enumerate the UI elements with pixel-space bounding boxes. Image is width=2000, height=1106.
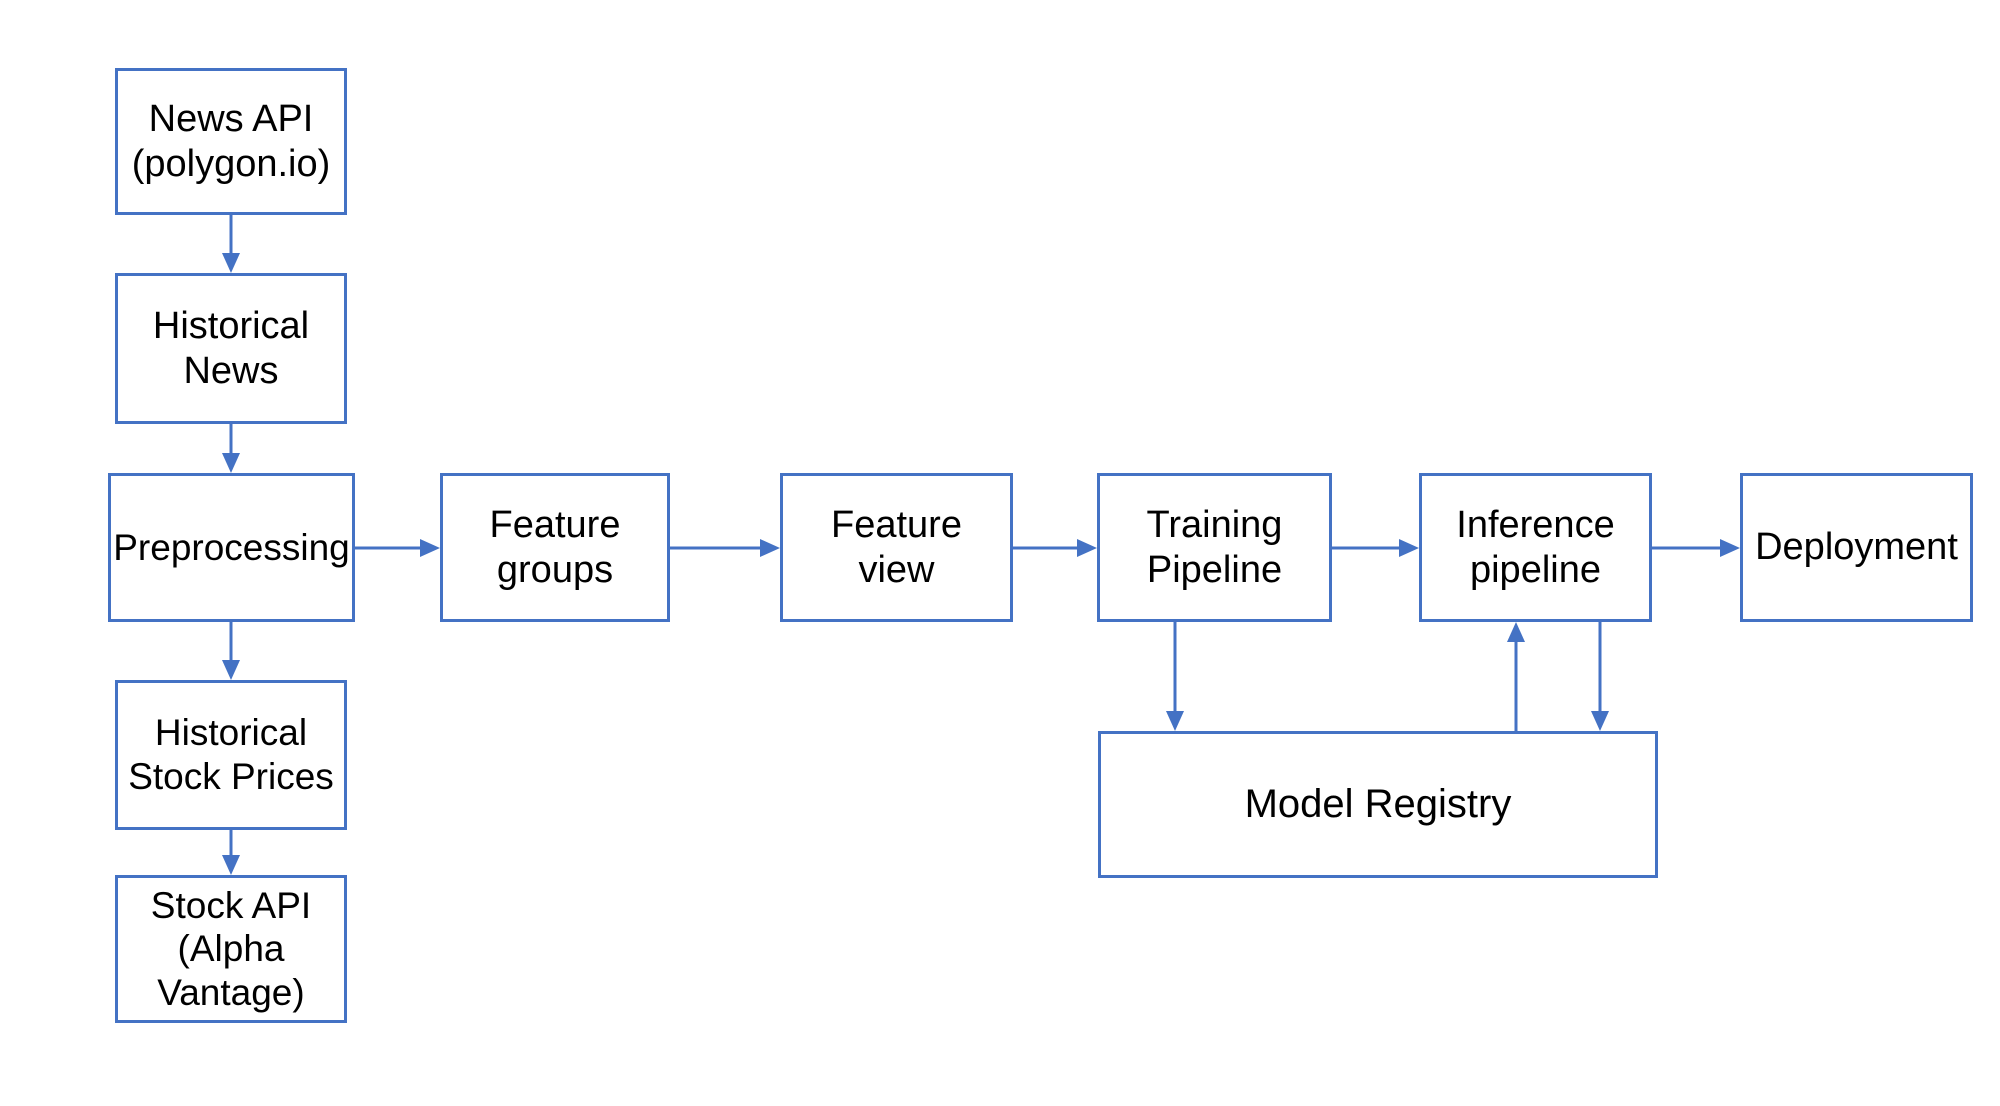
edge-arrowhead-icon [1399, 539, 1419, 557]
edge-preprocessing-to-feature-groups [355, 539, 440, 557]
node-label-historical-news: Historical News [152, 304, 310, 392]
edge-arrowhead-icon [222, 855, 240, 875]
node-historical-stock-prices[interactable]: Historical Stock Prices [115, 680, 347, 830]
edge-training-pipeline-to-model-registry [1166, 622, 1184, 731]
node-label-news-api: News API (polygon.io) [131, 97, 331, 185]
edge-preprocessing-to-historical-stock-prices [222, 622, 240, 680]
edge-historical-stock-prices-to-stock-api [222, 830, 240, 875]
edge-inference-pipeline-to-deployment [1652, 539, 1740, 557]
edge-training-pipeline-to-inference-pipeline [1332, 539, 1419, 557]
node-deployment[interactable]: Deployment [1740, 473, 1973, 622]
node-historical-news[interactable]: Historical News [115, 273, 347, 424]
edge-historical-news-to-preprocessing [222, 424, 240, 473]
node-inference-pipeline[interactable]: Inference pipeline [1419, 473, 1652, 622]
edge-news-api-to-historical-news [222, 215, 240, 273]
edge-arrowhead-icon [1166, 711, 1184, 731]
edge-arrowhead-icon [760, 539, 780, 557]
node-preprocessing[interactable]: Preprocessing [108, 473, 355, 622]
node-label-inference-pipeline: Inference pipeline [1456, 503, 1615, 591]
edge-arrowhead-icon [222, 660, 240, 680]
edge-model-registry-to-inference-pipeline [1507, 622, 1525, 731]
edge-arrowhead-icon [222, 253, 240, 273]
edge-arrowhead-icon [1591, 711, 1609, 731]
node-model-registry[interactable]: Model Registry [1098, 731, 1658, 878]
edge-arrowhead-icon [420, 539, 440, 557]
edge-feature-view-to-training-pipeline [1013, 539, 1097, 557]
node-label-deployment: Deployment [1755, 526, 1958, 569]
edge-arrowhead-icon [222, 453, 240, 473]
edge-arrowhead-icon [1507, 622, 1525, 642]
node-label-training-pipeline: Training Pipeline [1146, 503, 1283, 591]
node-label-stock-api: Stock API (Alpha Vantage) [150, 884, 312, 1013]
node-feature-groups[interactable]: Feature groups [440, 473, 670, 622]
node-label-historical-stock-prices: Historical Stock Prices [128, 712, 334, 797]
node-label-feature-view: Feature view [831, 503, 962, 591]
edge-inference-pipeline-to-model-registry [1591, 622, 1609, 731]
edge-arrowhead-icon [1720, 539, 1740, 557]
node-label-preprocessing: Preprocessing [113, 526, 350, 568]
edge-arrowhead-icon [1077, 539, 1097, 557]
diagram-canvas: News API (polygon.io) Historical News Prep… [0, 0, 2000, 1106]
node-label-feature-groups: Feature groups [489, 503, 621, 591]
node-news-api[interactable]: News API (polygon.io) [115, 68, 347, 215]
node-training-pipeline[interactable]: Training Pipeline [1097, 473, 1332, 622]
edge-feature-groups-to-feature-view [670, 539, 780, 557]
node-stock-api[interactable]: Stock API (Alpha Vantage) [115, 875, 347, 1023]
node-feature-view[interactable]: Feature view [780, 473, 1013, 622]
node-label-model-registry: Model Registry [1244, 781, 1512, 826]
